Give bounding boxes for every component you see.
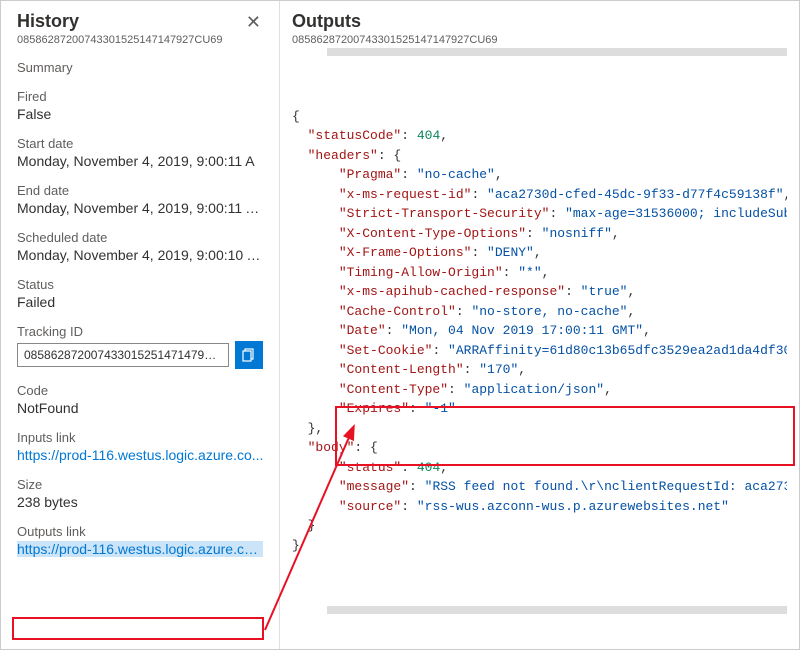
status-value: Failed bbox=[17, 294, 263, 310]
outputs-json[interactable]: { "statusCode": 404, "headers": { "Pragm… bbox=[292, 48, 787, 614]
close-icon[interactable]: ✕ bbox=[244, 11, 263, 33]
start-date-label: Start date bbox=[17, 136, 263, 151]
status-label: Status bbox=[17, 277, 263, 292]
scrollbar-top[interactable] bbox=[327, 48, 787, 56]
inputs-link[interactable]: https://prod-116.westus.logic.azure.co..… bbox=[17, 447, 263, 463]
end-date-label: End date bbox=[17, 183, 263, 198]
code-value: NotFound bbox=[17, 400, 263, 416]
outputs-link-label: Outputs link bbox=[17, 524, 263, 539]
summary-heading: Summary bbox=[17, 60, 263, 75]
end-date-value: Monday, November 4, 2019, 9:00:11 A... bbox=[17, 200, 263, 216]
scheduled-date-label: Scheduled date bbox=[17, 230, 263, 245]
scheduled-date-value: Monday, November 4, 2019, 9:00:10 A... bbox=[17, 247, 263, 263]
history-run-id: 08586287200743301525147147927CU69 bbox=[17, 34, 223, 46]
size-value: 238 bytes bbox=[17, 494, 263, 510]
code-label: Code bbox=[17, 383, 263, 398]
fired-value: False bbox=[17, 106, 263, 122]
tracking-id-field[interactable]: 085862872007433015251471479… bbox=[17, 343, 229, 367]
start-date-value: Monday, November 4, 2019, 9:00:11 A bbox=[17, 153, 263, 169]
outputs-run-id: 08586287200743301525147147927CU69 bbox=[292, 34, 787, 46]
history-title: History bbox=[17, 11, 223, 32]
inputs-link-label: Inputs link bbox=[17, 430, 263, 445]
size-label: Size bbox=[17, 477, 263, 492]
tracking-id-label: Tracking ID bbox=[17, 324, 263, 339]
history-panel: History 08586287200743301525147147927CU6… bbox=[1, 1, 280, 649]
copy-icon[interactable] bbox=[235, 341, 263, 369]
outputs-link[interactable]: https://prod-116.westus.logic.azure.co..… bbox=[17, 541, 263, 557]
outputs-title: Outputs bbox=[292, 11, 787, 32]
scrollbar-bottom[interactable] bbox=[327, 606, 787, 614]
outputs-panel: Outputs 08586287200743301525147147927CU6… bbox=[280, 1, 799, 649]
fired-label: Fired bbox=[17, 89, 263, 104]
